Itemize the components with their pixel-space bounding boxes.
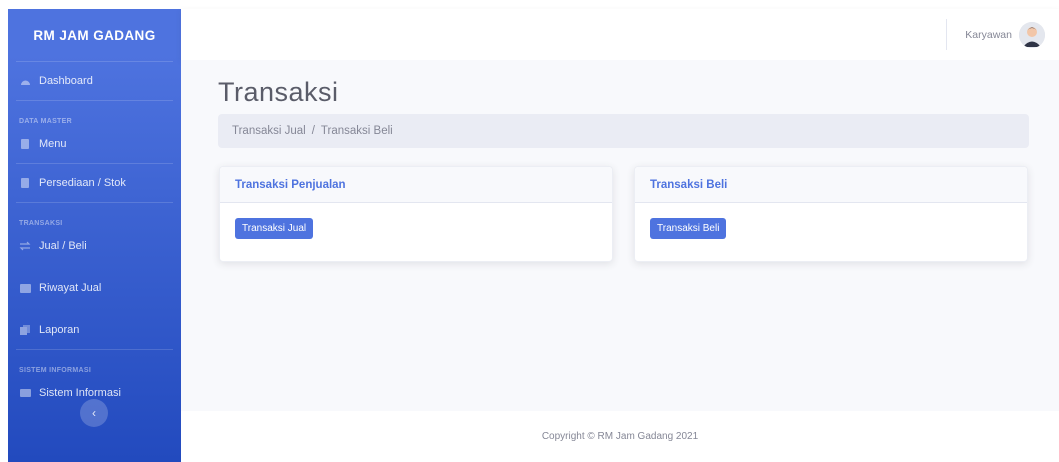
card-penjualan: Transaksi Penjualan Transaksi Jual — [219, 166, 613, 262]
envelope-icon — [19, 388, 31, 398]
breadcrumb-separator: / — [311, 125, 315, 137]
breadcrumb-link-jual[interactable]: Transaksi Jual — [232, 125, 306, 137]
chevron-left-icon: ‹ — [92, 406, 96, 420]
transaksi-beli-button[interactable]: Transaksi Beli — [650, 218, 727, 239]
sidebar-item-jual-beli[interactable]: Jual / Beli — [8, 227, 181, 265]
exchange-icon — [19, 241, 31, 251]
card-header: Transaksi Penjualan — [220, 167, 612, 203]
sidebar-item-label: Jual / Beli — [39, 240, 87, 252]
footer: Copyright © RM Jam Gadang 2021 — [181, 411, 1059, 462]
card-beli: Transaksi Beli Transaksi Beli — [634, 166, 1028, 262]
sidebar-item-riwayat[interactable]: Riwayat Jual — [8, 269, 181, 307]
sidebar-heading-master: DATA MASTER — [19, 118, 72, 125]
user-name: Karyawan — [965, 29, 1012, 41]
sidebar-heading-transaksi: TRANSAKSI — [19, 220, 63, 227]
transaksi-jual-button[interactable]: Transaksi Jual — [235, 218, 314, 239]
user-menu[interactable]: Karyawan — [965, 22, 1045, 48]
list-icon — [19, 283, 31, 293]
sidebar-item-label: Menu — [39, 138, 67, 150]
sidebar-item-stok[interactable]: Persediaan / Stok — [8, 164, 181, 202]
book-icon — [19, 178, 31, 188]
sidebar: RM JAM GADANG Dashboard DATA MASTER Menu… — [8, 9, 181, 462]
card-body: Transaksi Beli — [635, 203, 1027, 254]
breadcrumb-link-beli[interactable]: Transaksi Beli — [321, 125, 393, 137]
sidebar-heading-sistem: SISTEM INFORMASI — [19, 367, 92, 374]
sidebar-item-dashboard[interactable]: Dashboard — [8, 62, 181, 100]
sidebar-item-label: Dashboard — [39, 75, 93, 87]
copy-icon — [19, 325, 31, 335]
topbar-divider — [946, 19, 947, 50]
sidebar-item-label: Sistem Informasi — [39, 387, 121, 399]
sidebar-toggle-button[interactable]: ‹ — [80, 399, 108, 427]
avatar-icon — [1019, 22, 1045, 48]
breadcrumb: Transaksi Jual / Transaksi Beli — [218, 114, 1029, 148]
card-header: Transaksi Beli — [635, 167, 1027, 203]
book-icon — [19, 139, 31, 149]
brand-title[interactable]: RM JAM GADANG — [8, 9, 181, 61]
sidebar-item-laporan[interactable]: Laporan — [8, 311, 181, 349]
page-title: Transaksi — [218, 77, 339, 107]
dashboard-icon — [19, 76, 31, 86]
sidebar-item-label: Riwayat Jual — [39, 282, 102, 294]
sidebar-item-label: Persediaan / Stok — [39, 177, 126, 189]
copyright-text: Copyright © RM Jam Gadang 2021 — [541, 431, 699, 442]
main-content: Transaksi Transaksi Jual / Transaksi Bel… — [181, 60, 1059, 411]
card-body: Transaksi Jual — [220, 203, 612, 254]
sidebar-item-label: Laporan — [39, 324, 80, 336]
topbar: Karyawan — [181, 9, 1059, 60]
sidebar-item-menu[interactable]: Menu — [8, 125, 181, 163]
